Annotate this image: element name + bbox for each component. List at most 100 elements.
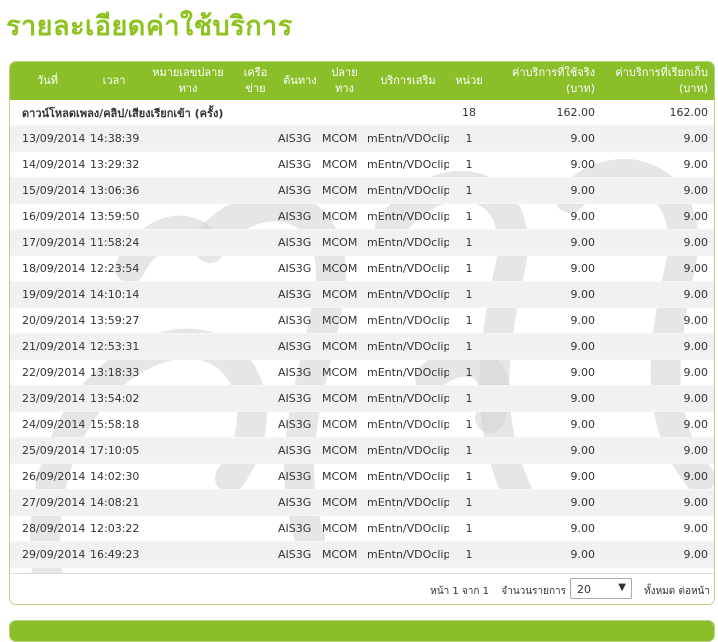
cell-date: 13/09/2014 — [10, 125, 85, 152]
cell-service: mEntn/VDOclip — [367, 281, 449, 308]
cell-time: 13:18:33 — [85, 359, 143, 386]
cell-network — [233, 177, 278, 204]
col-header-unit[interactable]: หน่วย — [449, 62, 489, 100]
cell-actual: 9.00 — [489, 437, 601, 464]
page-title: รายละเอียดค่าใช้บริการ — [6, 11, 293, 42]
cell-service: mEntn/VDOclip — [367, 203, 449, 230]
cell-billed: 9.00 — [601, 463, 714, 490]
cell-actual: 9.00 — [489, 177, 601, 204]
cell-destination-number — [143, 411, 233, 438]
cell-date: 15/09/2014 — [10, 177, 85, 204]
cell-service: mEntn/VDOclip — [367, 489, 449, 516]
cell-destination: MCOM — [322, 515, 367, 542]
cell-unit: 1 — [449, 437, 489, 464]
cell-unit: 1 — [449, 411, 489, 438]
table-row: 26/09/2014 14:02:30 AIS3G MCOM mEntn/VDOclip… — [10, 463, 714, 490]
per-page-link[interactable]: ต่อหน้า — [678, 586, 710, 597]
cell-origin: AIS3G — [278, 385, 322, 412]
cell-date: 21/09/2014 — [10, 333, 85, 360]
cell-date: 24/09/2014 — [10, 411, 85, 438]
cell-actual: 9.00 — [489, 255, 601, 282]
cell-service: mEntn/VDOclip — [367, 333, 449, 360]
cell-unit: 1 — [449, 385, 489, 412]
cell-origin: AIS3G — [278, 151, 322, 178]
cell-destination: MCOM — [322, 281, 367, 308]
col-header-actual-charge[interactable]: ค่าบริการที่ใช้จริง (บาท) — [489, 62, 601, 100]
cell-destination: MCOM — [322, 255, 367, 282]
cell-billed: 9.00 — [601, 203, 714, 230]
col-header-destination[interactable]: ปลายทาง — [322, 62, 367, 100]
cell-actual: 9.00 — [489, 281, 601, 308]
cell-origin: AIS3G — [278, 177, 322, 204]
cell-time: 15:58:18 — [85, 411, 143, 438]
cell-service: mEntn/VDOclip — [367, 437, 449, 464]
rows-per-page-select[interactable]: 20 ▼ — [570, 578, 632, 599]
cell-service: mEntn/VDOclip — [367, 411, 449, 438]
cell-network — [233, 125, 278, 152]
cell-billed: 9.00 — [601, 307, 714, 334]
cell-network — [233, 541, 278, 568]
cell-network — [233, 489, 278, 516]
col-header-network[interactable]: เครือข่าย — [233, 62, 278, 100]
cell-destination-number — [143, 151, 233, 178]
cell-billed: 9.00 — [601, 281, 714, 308]
cell-destination: MCOM — [322, 411, 367, 438]
pagination-bar: หน้า 1 จาก 1 จำนวนรายการ 20 ▼ ทั้งหมด ต่… — [10, 573, 714, 604]
cell-unit: 1 — [449, 177, 489, 204]
cell-destination-number — [143, 281, 233, 308]
cell-network — [233, 359, 278, 386]
cell-service: mEntn/VDOclip — [367, 385, 449, 412]
table-row: 25/09/2014 17:10:05 AIS3G MCOM mEntn/VDOclip… — [10, 437, 714, 464]
cell-time: 14:38:39 — [85, 125, 143, 152]
cell-time: 14:08:21 — [85, 489, 143, 516]
cell-origin: AIS3G — [278, 489, 322, 516]
show-all-link[interactable]: ทั้งหมด — [644, 586, 675, 597]
cell-time: 16:49:23 — [85, 541, 143, 568]
col-header-date[interactable]: วันที่ — [10, 62, 85, 100]
cell-date: 22/09/2014 — [10, 359, 85, 386]
col-header-service[interactable]: บริการเสริม — [367, 62, 449, 100]
table-row: 21/09/2014 12:53:31 AIS3G MCOM mEntn/VDOclip… — [10, 333, 714, 360]
cell-unit: 1 — [449, 281, 489, 308]
cell-billed: 9.00 — [601, 489, 714, 516]
cell-billed: 9.00 — [601, 229, 714, 256]
cell-actual: 9.00 — [489, 307, 601, 334]
cell-billed: 9.00 — [601, 541, 714, 568]
cell-billed: 9.00 — [601, 151, 714, 178]
cell-actual: 9.00 — [489, 541, 601, 568]
col-header-time[interactable]: เวลา — [85, 62, 143, 100]
cell-destination: MCOM — [322, 489, 367, 516]
cell-destination-number — [143, 541, 233, 568]
cell-destination-number — [143, 359, 233, 386]
cell-destination-number — [143, 255, 233, 282]
table-row: 20/09/2014 13:59:27 AIS3G MCOM mEntn/VDOclip… — [10, 307, 714, 334]
cell-billed: 9.00 — [601, 177, 714, 204]
cell-unit: 1 — [449, 515, 489, 542]
cell-date: 20/09/2014 — [10, 307, 85, 334]
summary-billed: 162.00 — [601, 100, 714, 126]
cell-time: 13:29:32 — [85, 151, 143, 178]
cell-network — [233, 307, 278, 334]
cell-service: mEntn/VDOclip — [367, 359, 449, 386]
next-section-header — [9, 620, 715, 642]
col-header-origin[interactable]: ต้นทาง — [278, 62, 322, 100]
cell-actual: 9.00 — [489, 385, 601, 412]
cell-origin: AIS3G — [278, 437, 322, 464]
summary-label: ดาวน์โหลดเพลง/คลิป/เสียงเรียกเข้า (ครั้ง… — [10, 100, 449, 126]
cell-network — [233, 229, 278, 256]
cell-network — [233, 255, 278, 282]
cell-date: 23/09/2014 — [10, 385, 85, 412]
cell-billed: 9.00 — [601, 385, 714, 412]
cell-time: 14:02:30 — [85, 463, 143, 490]
cell-destination: MCOM — [322, 151, 367, 178]
cell-actual: 9.00 — [489, 151, 601, 178]
cell-destination: MCOM — [322, 437, 367, 464]
cell-network — [233, 515, 278, 542]
cell-unit: 1 — [449, 489, 489, 516]
cell-destination: MCOM — [322, 125, 367, 152]
table-row: 15/09/2014 13:06:36 AIS3G MCOM mEntn/VDOclip… — [10, 177, 714, 204]
cell-origin: AIS3G — [278, 203, 322, 230]
col-header-destination-number[interactable]: หมายเลขปลายทาง — [143, 62, 233, 100]
col-header-billed-charge[interactable]: ค่าบริการที่เรียกเก็บ (บาท) — [601, 62, 714, 100]
cell-origin: AIS3G — [278, 125, 322, 152]
